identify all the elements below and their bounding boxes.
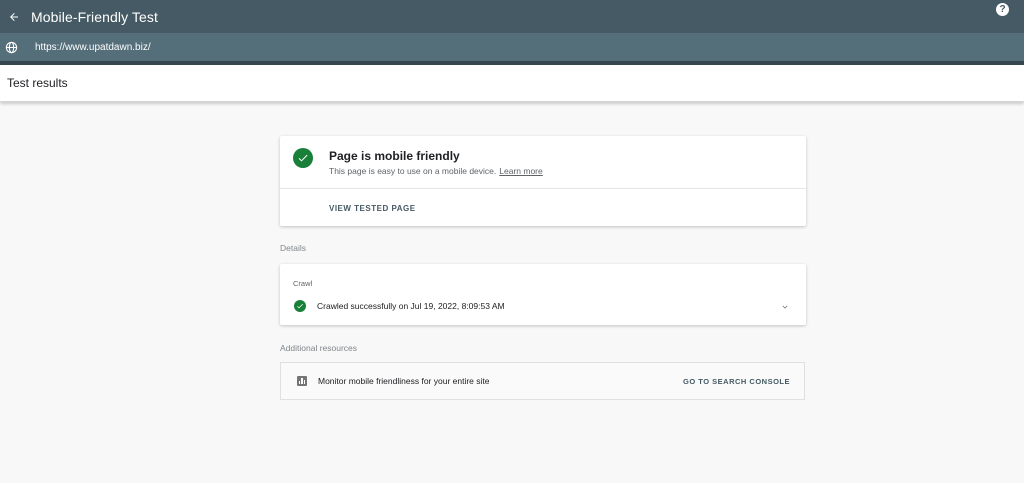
crawl-status: Crawled successfully on Jul 19, 2022, 8:…: [317, 301, 505, 311]
tested-url[interactable]: https://www.upatdawn.biz/: [35, 42, 151, 53]
result-card: Page is mobile friendly This page is eas…: [280, 136, 806, 226]
url-bar: https://www.upatdawn.biz/: [0, 33, 1024, 61]
page-title: Test results: [7, 76, 68, 90]
results-header: Test results: [0, 65, 1024, 102]
view-tested-page-button[interactable]: VIEW TESTED PAGE: [329, 204, 416, 213]
crawl-label: Crawl: [293, 279, 313, 288]
resources-card: Monitor mobile friendliness for your ent…: [280, 362, 805, 400]
globe-icon: [5, 41, 18, 54]
check-circle-icon: [294, 300, 306, 312]
result-subtitle: This page is easy to use on a mobile dev…: [329, 166, 543, 176]
learn-more-link[interactable]: Learn more: [499, 166, 542, 176]
crawl-card[interactable]: Crawl Crawled successfully on Jul 19, 20…: [280, 264, 806, 325]
additional-resources-label: Additional resources: [280, 343, 358, 353]
arrow-left-icon[interactable]: [3, 6, 25, 28]
go-to-search-console-button[interactable]: GO TO SEARCH CONSOLE: [683, 377, 790, 386]
result-summary: Page is mobile friendly This page is eas…: [280, 136, 806, 189]
details-label: Details: [280, 243, 306, 253]
check-circle-icon: [293, 148, 313, 168]
result-title: Page is mobile friendly: [329, 149, 460, 163]
result-description: This page is easy to use on a mobile dev…: [329, 166, 497, 176]
chevron-down-icon[interactable]: [779, 301, 790, 312]
resources-text: Monitor mobile friendliness for your ent…: [318, 376, 490, 386]
bar-chart-icon: [297, 376, 307, 386]
app-bar: Mobile-Friendly Test ?: [0, 0, 1024, 33]
help-circle-icon[interactable]: ?: [996, 3, 1009, 16]
app-title: Mobile-Friendly Test: [31, 8, 159, 25]
